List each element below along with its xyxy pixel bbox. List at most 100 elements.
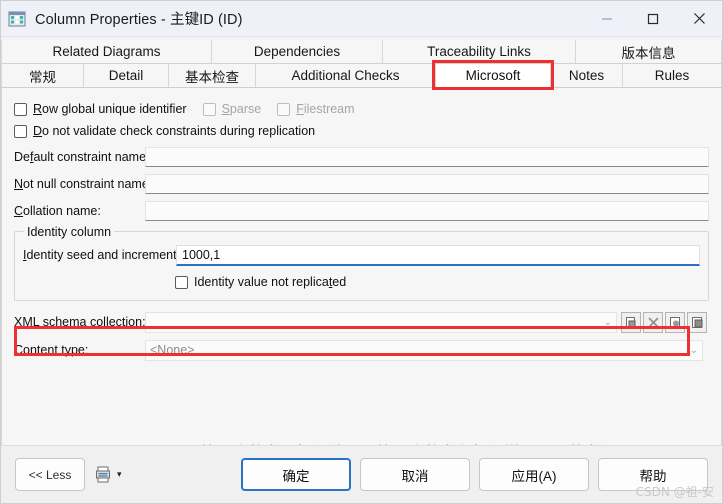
- filestream-checkbox[interactable]: [277, 102, 291, 116]
- identity-seed-row: Identity seed and increment: 1000,1: [23, 244, 700, 266]
- window-controls: [584, 1, 722, 37]
- row-global-unique-identifier-label: Row global unique identifier: [33, 102, 187, 116]
- tab-label: Dependencies: [253, 44, 341, 59]
- combo-value: <None>: [150, 343, 195, 357]
- mnemonic: F: [296, 102, 304, 116]
- not-null-constraint-name-label: Not null constraint name:: [14, 177, 152, 191]
- default-constraint-name-row: Default constraint name:: [14, 145, 709, 169]
- content-type-row: Content type: <None> ⌄: [14, 338, 709, 362]
- not-null-constraint-name-row: Not null constraint name:: [14, 172, 709, 196]
- label-text: o not validate check constraints during …: [42, 124, 316, 138]
- select-object-icon[interactable]: [687, 311, 707, 333]
- identity-seed-label: Identity seed and increment:: [23, 248, 180, 262]
- label-text: ault constraint name:: [33, 150, 150, 164]
- less-button[interactable]: << Less: [15, 458, 85, 491]
- tab-related-diagrams[interactable]: Related Diagrams: [1, 40, 212, 63]
- label-text: ow global unique identifier: [42, 102, 187, 116]
- default-constraint-name-input[interactable]: [145, 147, 709, 167]
- identity-column-group-title: Identity column: [24, 225, 115, 239]
- label-text: parse: [229, 102, 262, 116]
- tab-dependencies[interactable]: Dependencies: [212, 40, 383, 63]
- microsoft-tab-panel: Row global unique identifier Sparse File…: [1, 88, 722, 445]
- no-validate-check-constraints-checkbox[interactable]: [14, 124, 27, 138]
- mnemonic: C: [14, 204, 24, 218]
- ok-button[interactable]: 确定: [241, 458, 351, 491]
- maximize-button[interactable]: [630, 1, 676, 37]
- label-text: ollation name:: [23, 204, 101, 218]
- mnemonic: o: [23, 343, 30, 357]
- collation-name-label: Collation name:: [14, 204, 145, 218]
- tab-microsoft[interactable]: Microsoft: [432, 60, 554, 90]
- not-null-constraint-name-input[interactable]: [145, 174, 709, 194]
- label-text: Identity value not replica: [194, 275, 329, 289]
- tab-label: Additional Checks: [291, 68, 400, 83]
- tab-label: 基本检查: [185, 69, 239, 85]
- collation-name-input[interactable]: [145, 201, 709, 221]
- tab-rules[interactable]: Rules: [623, 64, 722, 87]
- tab-strip: Related Diagrams Dependencies Traceabili…: [1, 37, 722, 90]
- xml-schema-collection-combo[interactable]: ⌄: [145, 311, 617, 333]
- identity-value-not-replicated-checkbox[interactable]: [175, 275, 188, 289]
- sparse-checkbox[interactable]: [202, 102, 216, 116]
- identity-value-not-replicated-label: Identity value not replicated: [194, 275, 346, 289]
- label-text: C: [14, 343, 24, 357]
- label-text: dentity seed and increment:: [26, 248, 181, 262]
- tab-label: Traceability Links: [427, 44, 531, 59]
- column-properties-dialog: Column Properties - 主键ID (ID) Related Di…: [0, 0, 723, 504]
- collation-name-row: Collation name:: [14, 199, 709, 223]
- xml-schema-collection-label: XML schema collection:: [14, 315, 146, 329]
- xml-schema-tool-buttons: [621, 311, 709, 333]
- row-global-unique-identifier-checkbox[interactable]: [14, 102, 27, 116]
- cancel-button[interactable]: 取消: [360, 458, 470, 491]
- mnemonic: D: [33, 124, 43, 138]
- create-object-icon[interactable]: [621, 311, 641, 333]
- close-button[interactable]: [676, 1, 722, 37]
- title-bar: Column Properties - 主键ID (ID): [1, 1, 722, 37]
- label-text: ot null constraint name:: [23, 177, 153, 191]
- dialog-footer: << Less ▾ 确定 取消 应用(A) 帮助 CSDN @祖-安: [1, 445, 722, 503]
- minimize-button[interactable]: [584, 1, 630, 37]
- xml-schema-collection-row: XML schema collection: ⌄: [14, 310, 709, 334]
- tab-row-top: Related Diagrams Dependencies Traceabili…: [1, 40, 722, 64]
- filestream-label: Filestream: [296, 102, 354, 116]
- properties-icon[interactable]: [665, 311, 685, 333]
- tab-label: Rules: [654, 68, 690, 83]
- delete-object-icon[interactable]: [643, 311, 663, 333]
- apply-button[interactable]: 应用(A): [479, 458, 589, 491]
- tab-general[interactable]: 常规: [1, 64, 84, 87]
- mnemonic: S: [221, 102, 230, 116]
- tab-label: 常规: [29, 69, 56, 85]
- content-type-label: Content type:: [14, 343, 145, 357]
- label-text: ed: [332, 275, 347, 289]
- checkbox-row-top: Row global unique identifier Sparse File…: [14, 98, 709, 120]
- tab-row-bottom: 常规 Detail 基本检查 Additional Checks Microso…: [1, 60, 722, 90]
- content-type-combo[interactable]: <None> ⌄: [145, 339, 703, 361]
- label-text: ML schema collection:: [22, 315, 146, 329]
- tab-label: Related Diagrams: [52, 44, 161, 59]
- default-constraint-name-label: Default constraint name:: [14, 150, 150, 164]
- tab-additional-checks[interactable]: Additional Checks: [256, 64, 436, 87]
- no-validate-check-constraints-label: Do not validate check constraints during…: [33, 124, 315, 138]
- chevron-down-icon[interactable]: ⌄: [604, 317, 612, 328]
- tab-label: Notes: [568, 68, 605, 83]
- tab-version-info[interactable]: 版本信息: [576, 40, 722, 63]
- sparse-label: Sparse: [222, 102, 262, 116]
- watermark: CSDN @祖-安: [635, 485, 714, 499]
- tab-label: Detail: [108, 68, 144, 83]
- chevron-down-icon[interactable]: ⌄: [690, 345, 698, 356]
- tab-notes[interactable]: Notes: [551, 64, 623, 87]
- mnemonic: N: [14, 177, 24, 191]
- tab-label: 版本信息: [621, 45, 676, 61]
- dropdown-arrow-icon[interactable]: ▾: [117, 469, 122, 480]
- label-text: De: [14, 150, 30, 164]
- tab-detail[interactable]: Detail: [84, 64, 169, 87]
- identity-column-group: Identity column Identity seed and increm…: [14, 225, 709, 301]
- window-title: Column Properties - 主键ID (ID): [35, 12, 243, 28]
- print-menu[interactable]: ▾: [95, 466, 122, 483]
- tab-basic-check[interactable]: 基本检查: [169, 64, 256, 87]
- label-text: ilestream: [303, 102, 355, 116]
- tab-label: Microsoft: [465, 68, 521, 83]
- tab-traceability-links[interactable]: Traceability Links: [383, 40, 576, 63]
- identity-seed-input[interactable]: 1000,1: [176, 244, 700, 266]
- print-icon: [96, 466, 110, 483]
